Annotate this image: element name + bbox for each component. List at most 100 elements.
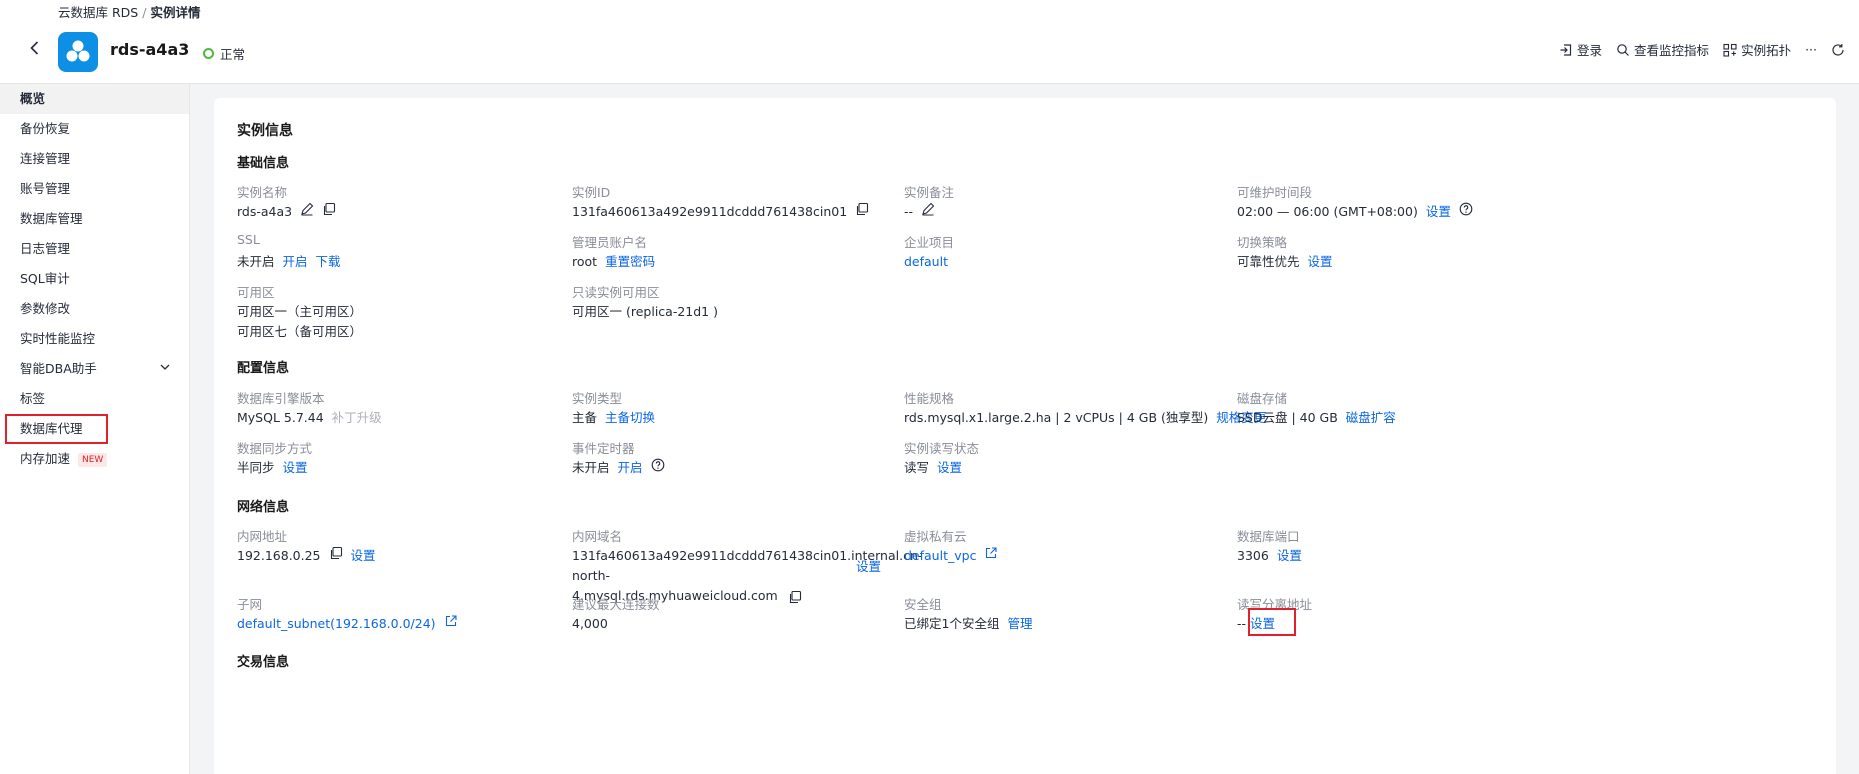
topology-icon <box>1723 43 1737 57</box>
maintenance-set-link[interactable]: 设置 <box>1426 202 1451 222</box>
field-instance-remark: 实例备注 -- <box>904 182 1294 222</box>
refresh-icon <box>1832 43 1844 56</box>
view-monitor-button[interactable]: 查看监控指标 <box>1616 40 1709 59</box>
help-icon[interactable] <box>651 458 665 472</box>
field-instance-name: 实例名称 rds-a4a3 <box>237 182 627 222</box>
patch-upgrade-link-disabled: 补丁升级 <box>331 410 382 425</box>
back-icon[interactable] <box>22 38 48 64</box>
field-label: 磁盘存储 <box>1237 391 1288 406</box>
breadcrumb-current: 实例详情 <box>150 5 201 20</box>
instance-header: rds-a4a3 正常 登录 查看监控指标 实例拓扑 ··· <box>0 22 1859 84</box>
ssl-download-link[interactable]: 下载 <box>316 252 341 272</box>
rw-split-highlight-box <box>1248 608 1296 636</box>
card-title: 实例信息 <box>237 123 293 139</box>
new-badge: NEW <box>78 453 108 467</box>
switchover-link[interactable]: 主备切换 <box>605 408 655 428</box>
copy-icon[interactable] <box>329 546 343 560</box>
field-label: 安全组 <box>904 597 942 612</box>
more-icon: ··· <box>1805 42 1817 57</box>
field-label: 数据库端口 <box>1237 529 1300 544</box>
field-sync-mode: 数据同步方式 半同步 设置 <box>237 438 627 478</box>
vpc-link[interactable]: default_vpc <box>904 546 976 566</box>
instance-info-card: 实例信息 基础信息 实例名称 rds-a4a3 实例ID 131fa460613… <box>214 98 1836 774</box>
topology-label: 实例拓扑 <box>1741 43 1792 58</box>
field-label: 虚拟私有云 <box>904 529 967 544</box>
more-button[interactable]: ··· <box>1805 42 1817 57</box>
field-label: 数据库引擎版本 <box>237 391 325 406</box>
rds-logo-icon <box>58 32 98 72</box>
scale-storage-link[interactable]: 磁盘扩容 <box>1346 408 1396 428</box>
sidebar-item-tags[interactable]: 标签 <box>0 384 189 414</box>
az-primary-value: 可用区一（主可用区） <box>237 304 363 319</box>
edit-icon[interactable] <box>300 202 314 216</box>
enterprise-project-link[interactable]: default <box>904 252 948 272</box>
rw-status-set-link[interactable]: 设置 <box>937 458 962 478</box>
flavor-value: rds.mysql.x1.large.2.ha | 2 vCPUs | 4 GB… <box>904 410 1209 425</box>
login-label: 登录 <box>1577 43 1603 58</box>
private-domain-set-link[interactable]: 设置 <box>856 556 881 575</box>
monitor-label: 查看监控指标 <box>1634 43 1710 58</box>
security-group-manage-link[interactable]: 管理 <box>1007 614 1032 634</box>
field-readonly-az: 只读实例可用区 可用区一 (replica-21d1 ) <box>572 282 962 322</box>
sidebar-item-db-proxy[interactable]: 数据库代理 <box>5 414 108 444</box>
field-rw-status: 实例读写状态 读写 设置 <box>904 438 1294 478</box>
subnet-link[interactable]: default_subnet(192.168.0.0/24) <box>237 614 436 634</box>
sidebar-item-accounts[interactable]: 账号管理 <box>0 174 189 204</box>
external-link-icon[interactable] <box>984 546 998 560</box>
sidebar-item-memory-acceleration[interactable]: 内存加速 NEW <box>0 444 189 474</box>
external-link-icon[interactable] <box>444 614 458 628</box>
breadcrumb-separator: / <box>142 5 147 20</box>
sidebar-item-connection[interactable]: 连接管理 <box>0 144 189 174</box>
field-availability-zone: 可用区 可用区一（主可用区） 可用区七（备可用区） <box>237 282 627 342</box>
topology-button[interactable]: 实例拓扑 <box>1723 40 1791 59</box>
az-standby-value: 可用区七（备可用区） <box>237 324 363 339</box>
sync-mode-value: 半同步 <box>237 460 275 475</box>
engine-version-value: MySQL 5.7.44 <box>237 410 324 425</box>
sidebar-item-realtime-monitor[interactable]: 实时性能监控 <box>0 324 189 354</box>
readonly-az-value: 可用区一 (replica-21d1 ) <box>572 304 718 319</box>
sidebar-item-backup[interactable]: 备份恢复 <box>0 114 189 144</box>
field-engine-version: 数据库引擎版本 MySQL 5.7.44 补丁升级 <box>237 388 627 428</box>
copy-icon[interactable] <box>322 202 336 216</box>
field-maintenance-window: 可维护时间段 02:00 — 06:00 (GMT+08:00) 设置 <box>1237 182 1627 222</box>
field-label: SSL <box>237 232 260 247</box>
login-button[interactable]: 登录 <box>1559 40 1602 59</box>
field-flavor: 性能规格 rds.mysql.x1.large.2.ha | 2 vCPUs |… <box>904 388 1294 428</box>
header-actions: 登录 查看监控指标 实例拓扑 ··· <box>1559 40 1845 59</box>
field-label: 实例名称 <box>237 185 288 200</box>
status-ok-icon <box>203 48 214 59</box>
sidebar-item-sql-audit[interactable]: SQL审计 <box>0 264 189 294</box>
sidebar-item-params[interactable]: 参数修改 <box>0 294 189 324</box>
sidebar-item-overview[interactable]: 概览 <box>0 84 189 114</box>
switch-strategy-set-link[interactable]: 设置 <box>1308 252 1333 272</box>
switch-strategy-value: 可靠性优先 <box>1237 254 1300 269</box>
event-scheduler-enable-link[interactable]: 开启 <box>618 458 643 478</box>
field-label: 可维护时间段 <box>1237 185 1313 200</box>
reset-password-link[interactable]: 重置密码 <box>605 252 655 272</box>
chevron-down-icon <box>159 354 171 384</box>
main-content: 实例信息 基础信息 实例名称 rds-a4a3 实例ID 131fa460613… <box>190 84 1859 774</box>
db-port-set-link[interactable]: 设置 <box>1277 546 1302 566</box>
field-enterprise-project: 企业项目 default <box>904 232 1294 272</box>
sidebar-item-dba-assistant[interactable]: 智能DBA助手 <box>0 354 189 384</box>
sidebar-item-databases[interactable]: 数据库管理 <box>0 204 189 234</box>
private-ip-value: 192.168.0.25 <box>237 548 321 563</box>
ssl-enable-link[interactable]: 开启 <box>283 252 308 272</box>
section-basic-title: 基础信息 <box>237 156 290 171</box>
sidebar-item-logs[interactable]: 日志管理 <box>0 234 189 264</box>
copy-icon[interactable] <box>855 202 869 216</box>
security-group-value: 已绑定1个安全组 <box>904 616 1000 631</box>
help-icon[interactable] <box>1459 202 1473 216</box>
sync-mode-set-link[interactable]: 设置 <box>283 458 308 478</box>
breadcrumb-parent[interactable]: 云数据库 RDS <box>58 5 138 20</box>
sidebar: 概览 备份恢复 连接管理 账号管理 数据库管理 日志管理 SQL审计 参数修改 … <box>0 84 190 774</box>
breadcrumb: 云数据库 RDS / 实例详情 <box>58 2 200 21</box>
field-private-ip: 内网地址 192.168.0.25 设置 <box>237 526 627 566</box>
login-icon <box>1560 43 1572 56</box>
field-ssl: SSL 未开启 开启 下载 <box>237 232 627 272</box>
private-ip-set-link[interactable]: 设置 <box>351 546 376 566</box>
edit-icon[interactable] <box>921 202 935 216</box>
refresh-button[interactable] <box>1831 43 1845 57</box>
section-config-title: 配置信息 <box>237 361 290 376</box>
admin-value: root <box>572 254 598 269</box>
